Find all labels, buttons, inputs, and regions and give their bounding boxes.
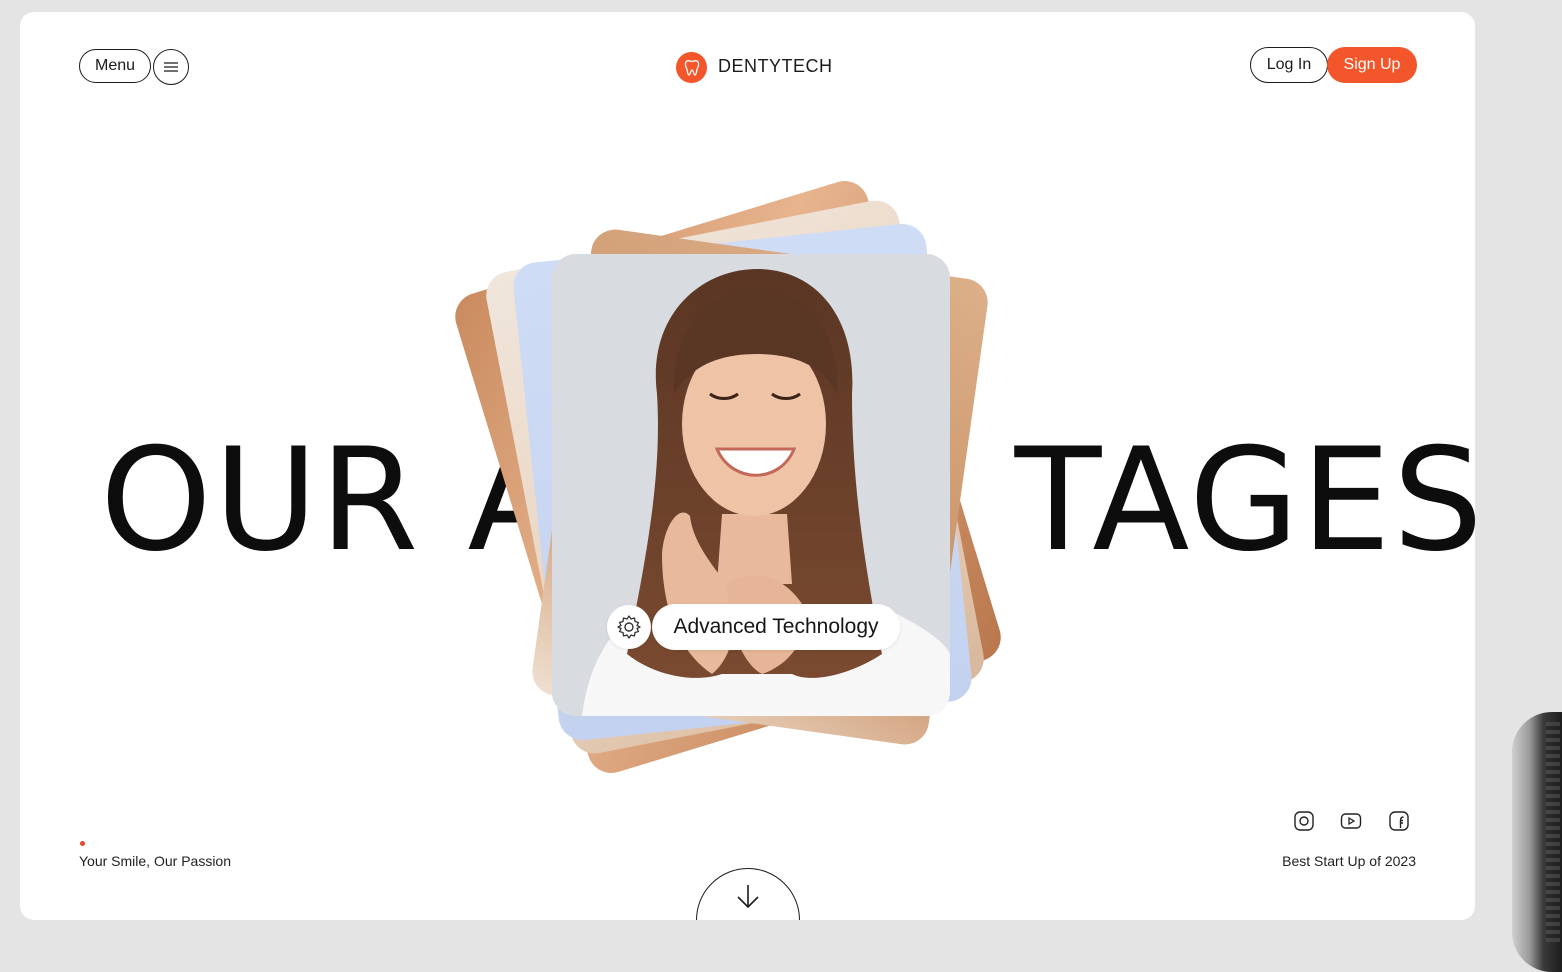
device-edge-decoration (1512, 712, 1562, 972)
instagram-icon[interactable] (1293, 810, 1315, 832)
accent-dot (80, 841, 85, 846)
card-stack (20, 12, 1475, 920)
tagline: Your Smile, Our Passion (79, 853, 231, 869)
gear-icon (617, 615, 641, 639)
award-text: Best Start Up of 2023 (1282, 853, 1416, 869)
technology-tag[interactable]: Advanced Technology (652, 604, 900, 650)
arrow-down-icon (737, 885, 759, 909)
technology-tag-icon-badge (607, 605, 651, 649)
youtube-icon[interactable] (1340, 810, 1362, 832)
facebook-icon[interactable] (1388, 810, 1410, 832)
page-frame: Menu DENTYTECH Log In Sign Up OUR A TAGES (20, 12, 1475, 920)
